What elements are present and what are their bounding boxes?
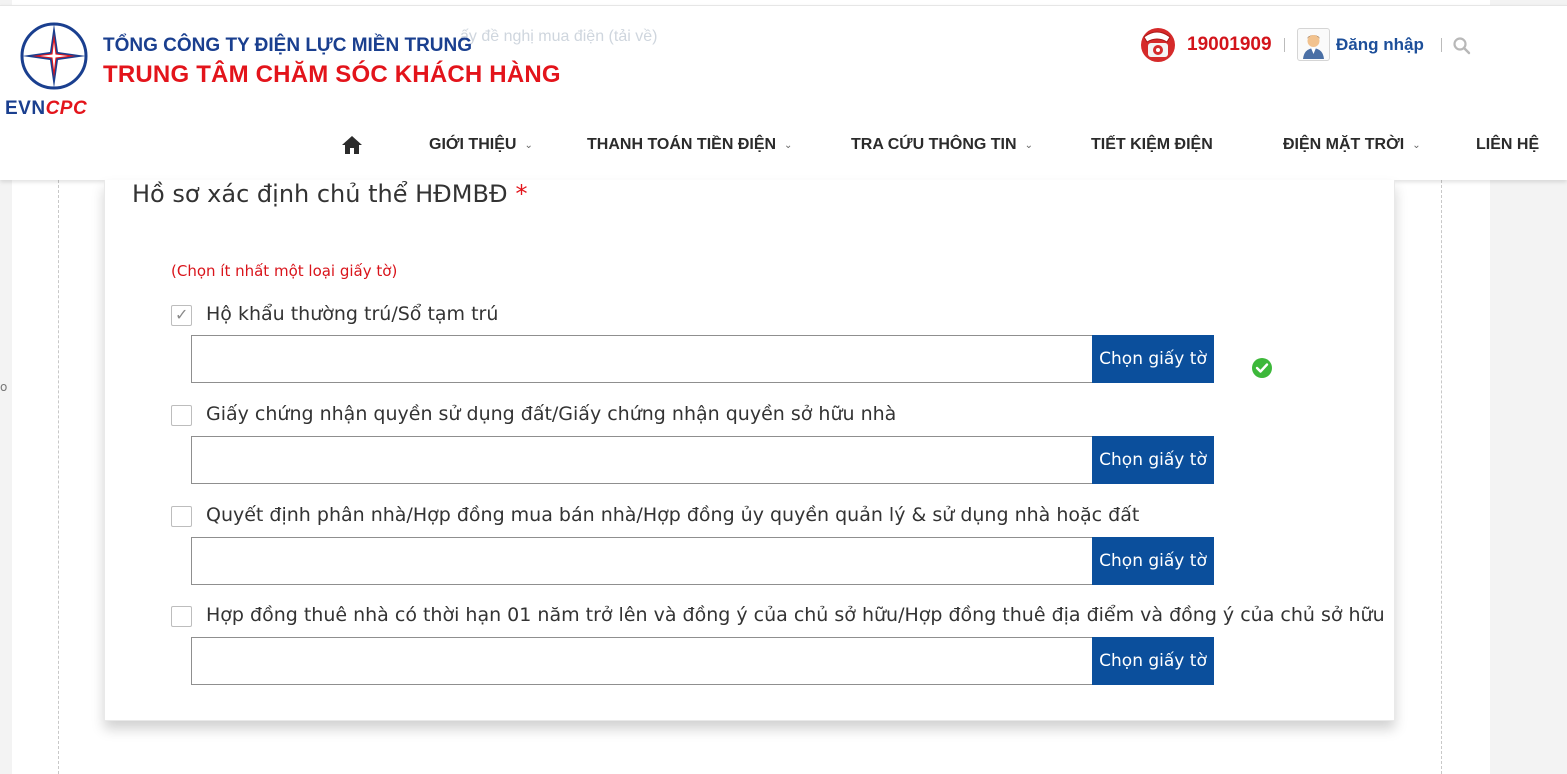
- login-link[interactable]: Đăng nhập: [1336, 35, 1424, 55]
- brand-wordmark: EVNCPC: [5, 98, 87, 120]
- document-label[interactable]: Hợp đồng thuê nhà có thời hạn 01 năm trở…: [206, 604, 1385, 626]
- file-picker: Chọn giấy tờ: [191, 335, 1215, 383]
- layout-guide-left: [58, 180, 59, 774]
- document-checkbox[interactable]: [171, 305, 192, 326]
- document-form-card: Hồ sơ xác định chủ thể HĐMBĐ * (Chọn ít n…: [104, 180, 1395, 721]
- file-picker: Chọn giấy tờ: [191, 637, 1215, 685]
- site-header: ấy đề nghị mua điện (tải về) EVNCPC TỔNG…: [0, 5, 1567, 180]
- evn-logo-icon[interactable]: [18, 20, 90, 92]
- file-picker: Chọn giấy tờ: [191, 537, 1215, 585]
- file-picker: Chọn giấy tờ: [191, 436, 1215, 484]
- header-separator: [1441, 38, 1442, 52]
- document-label[interactable]: Quyết định phân nhà/Hợp đồng mua bán nhà…: [206, 504, 1139, 526]
- required-mark: *: [515, 180, 528, 208]
- search-icon[interactable]: [1452, 36, 1472, 56]
- chevron-down-icon: ⌄: [784, 140, 793, 151]
- check-circle-icon: [1252, 358, 1272, 378]
- nav-item-tiet-kiem[interactable]: TIẾT KIỆM ĐIỆN: [1091, 136, 1213, 154]
- document-checkbox[interactable]: [171, 405, 192, 426]
- header-separator: [1284, 38, 1285, 52]
- nav-item-dien-mat-troi[interactable]: ĐIỆN MẶT TRỜI ⌄: [1283, 136, 1421, 154]
- main-navigation: GIỚI THIỆU ⌄ THANH TOÁN TIỀN ĐIỆN ⌄ TRA CỨ…: [0, 124, 1567, 164]
- file-path-input[interactable]: [191, 436, 1093, 484]
- brand-evn: EVN: [5, 98, 46, 119]
- choose-document-button[interactable]: Chọn giấy tờ: [1092, 637, 1214, 685]
- ghost-background-text: ấy đề nghị mua điện (tải về): [460, 28, 658, 45]
- document-checkbox[interactable]: [171, 606, 192, 627]
- document-checkbox[interactable]: [171, 506, 192, 527]
- center-name: TRUNG TÂM CHĂM SÓC KHÁCH HÀNG: [103, 61, 561, 88]
- choose-document-button[interactable]: Chọn giấy tờ: [1092, 436, 1214, 484]
- selection-hint: (Chọn ít nhất một loại giấy tờ): [171, 262, 398, 280]
- user-avatar-icon[interactable]: [1297, 28, 1330, 61]
- document-label[interactable]: Hộ khẩu thường trú/Sổ tạm trú: [206, 303, 498, 325]
- chevron-down-icon: ⌄: [524, 140, 533, 151]
- hotline-number[interactable]: 19001909: [1187, 34, 1272, 56]
- chevron-down-icon: ⌄: [1024, 140, 1033, 151]
- file-path-input[interactable]: [191, 537, 1093, 585]
- home-icon[interactable]: [341, 135, 363, 155]
- file-path-input[interactable]: [191, 335, 1093, 383]
- section-title: Hồ sơ xác định chủ thể HĐMBĐ *: [132, 180, 528, 208]
- edge-mark: o: [0, 380, 8, 394]
- file-path-input[interactable]: [191, 637, 1093, 685]
- choose-document-button[interactable]: Chọn giấy tờ: [1092, 537, 1214, 585]
- document-label[interactable]: Giấy chứng nhận quyền sử dụng đất/Giấy c…: [206, 403, 896, 425]
- nav-item-gioi-thieu[interactable]: GIỚI THIỆU ⌄: [429, 136, 533, 154]
- nav-item-thanh-toan[interactable]: THANH TOÁN TIỀN ĐIỆN ⌄: [587, 136, 792, 154]
- phone-icon[interactable]: [1136, 23, 1178, 65]
- nav-item-tra-cuu[interactable]: TRA CỨU THÔNG TIN ⌄: [851, 136, 1033, 154]
- company-name: TỔNG CÔNG TY ĐIỆN LỰC MIỀN TRUNG: [103, 35, 473, 56]
- chevron-down-icon: ⌄: [1412, 140, 1421, 151]
- choose-document-button[interactable]: Chọn giấy tờ: [1092, 335, 1214, 383]
- brand-cpc: CPC: [45, 98, 88, 119]
- nav-item-lien-he[interactable]: LIÊN HỆ: [1476, 136, 1539, 154]
- layout-guide-right: [1441, 180, 1442, 774]
